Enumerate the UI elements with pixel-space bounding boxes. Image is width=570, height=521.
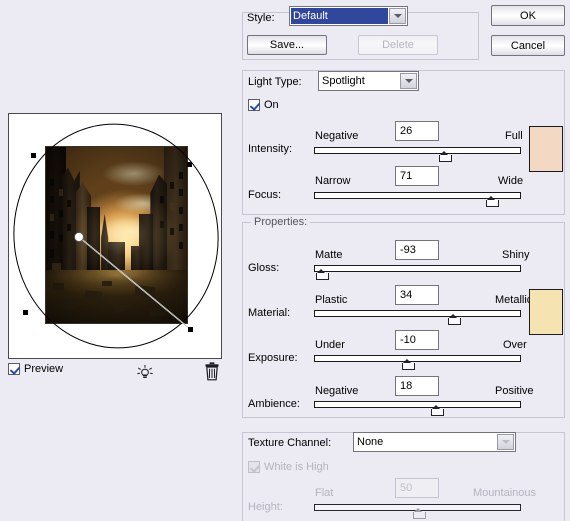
gloss-label: Gloss: <box>248 262 280 274</box>
ambience-value-field[interactable]: 18 <box>395 376 439 396</box>
cancel-button[interactable]: Cancel <box>491 35 565 56</box>
light-center-handle[interactable] <box>74 232 84 242</box>
style-combobox-value: Default <box>291 8 388 24</box>
gloss-max-label: Shiny <box>502 249 530 261</box>
height-slider-thumb <box>412 508 426 519</box>
lighting-preview-canvas[interactable] <box>8 113 222 359</box>
exposure-slider-track[interactable] <box>314 355 521 362</box>
settings-pane: OK Cancel Style: Default Save... Delete … <box>230 0 570 521</box>
properties-legend: Properties: <box>251 216 311 228</box>
material-slider-track[interactable] <box>314 310 521 317</box>
focus-value-field[interactable]: 71 <box>395 166 439 186</box>
ambience-min-label: Negative <box>315 385 359 397</box>
exposure-slider-thumb[interactable] <box>402 359 416 370</box>
delete-style-button: Delete <box>358 35 438 55</box>
white-is-high-checkbox <box>248 461 260 473</box>
exposure-max-label: Over <box>503 339 527 351</box>
height-slider <box>314 504 521 519</box>
light-on-label: On <box>264 99 279 111</box>
texture-channel-combobox-value: None <box>357 436 384 448</box>
intensity-min-label: Negative <box>315 130 359 142</box>
chevron-down-icon <box>501 440 510 444</box>
light-on-row[interactable]: On <box>248 99 279 111</box>
material-value-field[interactable]: 34 <box>395 285 439 305</box>
gloss-slider-track[interactable] <box>314 265 521 272</box>
light-type-combobox-value: Spotlight <box>322 75 365 87</box>
light-color-swatch[interactable] <box>529 126 563 172</box>
gloss-value-field[interactable]: -93 <box>395 240 439 260</box>
intensity-value-field[interactable]: 26 <box>395 121 439 141</box>
trash-can-icon[interactable] <box>204 362 220 381</box>
light-ellipse[interactable] <box>9 114 221 358</box>
intensity-slider[interactable] <box>314 147 521 162</box>
exposure-min-label: Under <box>315 339 345 351</box>
chevron-down-icon <box>404 79 413 83</box>
gloss-slider[interactable] <box>314 265 521 280</box>
exposure-slider[interactable] <box>314 355 521 370</box>
light-ellipse-overlay[interactable] <box>9 114 221 358</box>
material-max-label: Metallic <box>495 294 533 306</box>
chevron-down-icon <box>393 14 402 18</box>
texture-channel-label: Texture Channel: <box>248 437 332 449</box>
ambience-slider[interactable] <box>314 401 521 416</box>
ambience-label: Ambience: <box>248 398 300 410</box>
focus-slider[interactable] <box>314 192 521 207</box>
preview-checkbox-label: Preview <box>24 363 64 375</box>
preview-checkbox-row[interactable]: Preview <box>8 363 222 375</box>
exposure-label: Exposure: <box>248 352 298 364</box>
ellipse-handle-bottom-right[interactable] <box>188 327 193 332</box>
ambience-max-label: Positive <box>495 385 534 397</box>
height-min-label: Flat <box>315 487 334 499</box>
light-bulb-icon[interactable] <box>136 364 154 382</box>
material-slider[interactable] <box>314 310 521 325</box>
light-type-combobox[interactable]: Spotlight <box>318 71 419 91</box>
exposure-value-field[interactable]: -10 <box>395 330 439 350</box>
focus-max-label: Wide <box>498 175 524 187</box>
style-label: Style: <box>247 12 275 24</box>
preview-footer: Preview <box>8 363 222 383</box>
gloss-slider-thumb[interactable] <box>316 269 330 280</box>
preview-pane: Preview <box>0 0 230 521</box>
material-min-label: Plastic <box>315 294 348 306</box>
intensity-slider-track[interactable] <box>314 147 521 154</box>
height-label: Height: <box>248 501 283 513</box>
light-direction-line-shadow <box>78 236 191 330</box>
focus-min-label: Narrow <box>315 175 351 187</box>
white-is-high-row: White is High <box>248 461 329 473</box>
focus-label: Focus: <box>248 189 282 201</box>
save-style-button[interactable]: Save... <box>247 35 327 55</box>
height-max-label: Mountainous <box>473 487 536 499</box>
ellipse-handle-bottom-left[interactable] <box>23 310 28 315</box>
style-combobox[interactable]: Default <box>289 6 408 26</box>
texture-channel-combobox-arrow[interactable] <box>497 434 514 450</box>
light-type-combobox-arrow[interactable] <box>400 73 417 89</box>
focus-slider-thumb[interactable] <box>485 196 499 207</box>
light-on-checkbox[interactable] <box>248 99 260 111</box>
preview-checkbox[interactable] <box>8 363 20 375</box>
ambience-slider-track[interactable] <box>314 401 521 408</box>
intensity-slider-thumb[interactable] <box>439 151 453 162</box>
material-slider-thumb[interactable] <box>447 314 461 325</box>
white-is-high-label: White is High <box>264 461 329 473</box>
material-color-swatch[interactable] <box>529 289 563 335</box>
material-label: Material: <box>248 307 291 319</box>
light-type-label: Light Type: <box>248 76 302 88</box>
height-value-field: 50 <box>395 478 439 498</box>
intensity-label: Intensity: <box>248 143 293 155</box>
ambience-slider-thumb[interactable] <box>431 405 445 416</box>
gloss-min-label: Matte <box>315 249 343 261</box>
texture-channel-combobox[interactable]: None <box>353 432 516 452</box>
intensity-max-label: Full <box>505 130 523 142</box>
style-combobox-arrow[interactable] <box>389 8 406 24</box>
ok-button[interactable]: OK <box>491 5 565 26</box>
ellipse-handle-top-right[interactable] <box>187 162 192 167</box>
ellipse-handle-top-left[interactable] <box>31 153 36 158</box>
